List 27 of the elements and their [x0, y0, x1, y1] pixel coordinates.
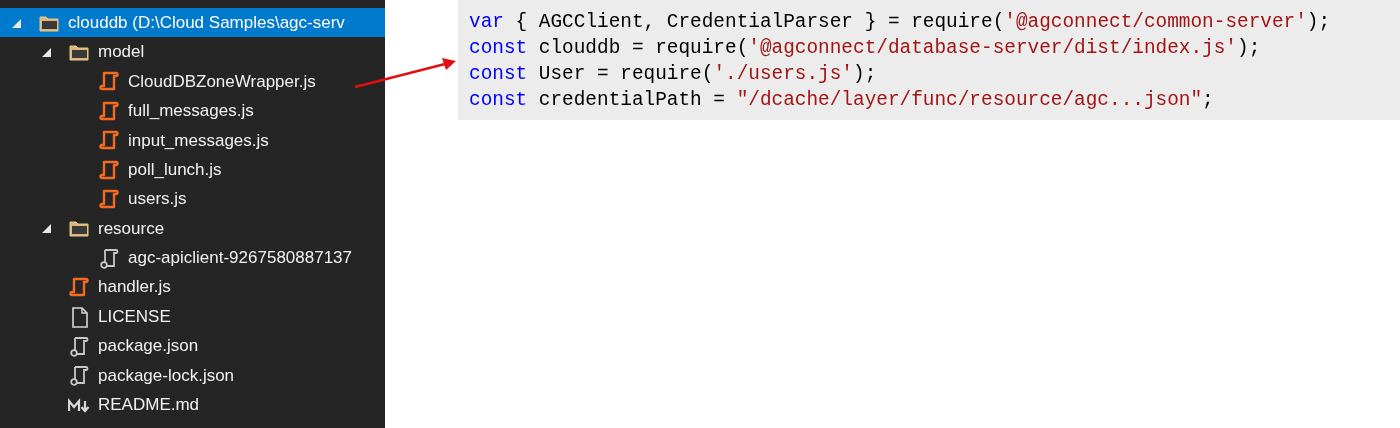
- script-icon: [98, 158, 120, 181]
- tree-item[interactable]: package.json: [0, 331, 385, 361]
- tree-item[interactable]: full_messages.js: [0, 96, 385, 126]
- tree-item[interactable]: input_messages.js: [0, 125, 385, 155]
- tree-item[interactable]: CloudDBZoneWrapper.js: [0, 66, 385, 97]
- script-icon: [98, 70, 120, 93]
- tree-item[interactable]: handler.js: [0, 272, 385, 302]
- script-icon: [68, 335, 90, 357]
- script-icon: [98, 99, 120, 122]
- code-line: const clouddb = require('@agconnect/database-server/dist/index.js');: [469, 36, 1261, 61]
- tree-item[interactable]: package-lock.json: [0, 360, 385, 391]
- tree-item[interactable]: agc-apiclient-9267580887137: [0, 243, 385, 273]
- tree-item[interactable]: poll_lunch.js: [0, 154, 385, 185]
- script-icon: [98, 129, 120, 152]
- script-icon: [98, 246, 120, 269]
- code-line: var { AGCClient, CredentialParser } = require('@agconnect/common-server');: [469, 10, 1331, 35]
- tree-item[interactable]: README.md: [0, 390, 385, 420]
- tree-item[interactable]: resource: [0, 213, 385, 244]
- script-icon: [98, 188, 120, 211]
- code-line: const credentialPath = "/dcache/layer/func/resource/agc...json";: [469, 88, 1214, 113]
- tree-item[interactable]: clouddb (D:\Cloud Samples\agc-serv: [0, 8, 385, 38]
- script-icon: [68, 364, 90, 387]
- script-icon: [68, 276, 90, 299]
- code-line: const User = require('./users.js');: [469, 62, 877, 87]
- tree-item[interactable]: users.js: [0, 184, 385, 214]
- tree-item[interactable]: LICENSE: [0, 301, 385, 332]
- tree-item[interactable]: model: [0, 37, 385, 67]
